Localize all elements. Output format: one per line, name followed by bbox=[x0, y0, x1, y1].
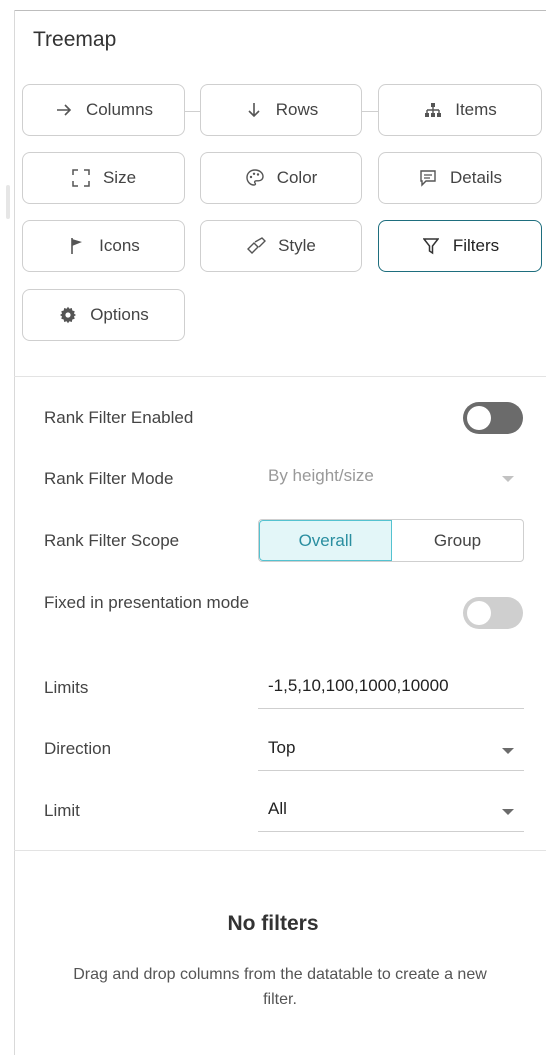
chevron-down-icon bbox=[502, 476, 514, 482]
rank-filter-mode-select[interactable]: By height/size bbox=[258, 459, 524, 499]
panel-title: Treemap bbox=[33, 28, 117, 51]
gear-icon bbox=[58, 305, 78, 325]
options-button-label: Options bbox=[90, 305, 149, 324]
filters-button[interactable]: Filters bbox=[378, 220, 542, 272]
panel-left-border bbox=[14, 10, 15, 1055]
color-button-label: Color bbox=[276, 168, 318, 187]
filter-icon bbox=[421, 236, 441, 256]
limit-select[interactable]: All bbox=[258, 792, 524, 832]
options-button[interactable]: Options bbox=[22, 289, 185, 341]
flag-icon bbox=[67, 236, 87, 256]
columns-button[interactable]: Columns bbox=[22, 84, 185, 136]
connector-line bbox=[185, 111, 200, 112]
chevron-down-icon bbox=[502, 748, 514, 754]
direction-select[interactable]: Top bbox=[258, 731, 524, 771]
limits-value: -1,5,10,100,1000,10000 bbox=[268, 676, 449, 695]
color-button[interactable]: Color bbox=[200, 152, 362, 204]
scope-option-group[interactable]: Group bbox=[392, 520, 523, 561]
palette-icon bbox=[245, 168, 265, 188]
section-divider bbox=[14, 376, 546, 377]
direction-value: Top bbox=[268, 738, 296, 757]
rank-filter-scope-segmented: Overall Group bbox=[258, 519, 524, 562]
details-button[interactable]: Details bbox=[378, 152, 542, 204]
limit-value: All bbox=[268, 799, 287, 818]
brush-icon bbox=[246, 236, 267, 256]
style-button[interactable]: Style bbox=[200, 220, 362, 272]
icons-button-label: Icons bbox=[99, 236, 140, 255]
rank-filter-mode-value: By height/size bbox=[268, 466, 374, 485]
chevron-down-icon bbox=[502, 809, 514, 815]
size-button[interactable]: Size bbox=[22, 152, 185, 204]
rank-filter-enabled-toggle[interactable] bbox=[463, 402, 523, 434]
rank-filter-enabled-label: Rank Filter Enabled bbox=[44, 408, 194, 427]
empty-state-description: Drag and drop columns from the datatable… bbox=[73, 966, 487, 1008]
empty-state-title: No filters bbox=[227, 912, 319, 935]
connector-line bbox=[362, 111, 378, 112]
style-button-label: Style bbox=[278, 236, 316, 255]
rows-button[interactable]: Rows bbox=[200, 84, 362, 136]
fixed-presentation-toggle[interactable] bbox=[463, 597, 523, 629]
toggle-knob bbox=[467, 601, 491, 625]
size-button-label: Size bbox=[102, 168, 137, 187]
toggle-knob bbox=[467, 406, 491, 430]
resize-handle[interactable] bbox=[6, 185, 10, 219]
hierarchy-icon bbox=[423, 100, 443, 120]
scope-option-overall[interactable]: Overall bbox=[259, 520, 392, 561]
direction-label: Direction bbox=[44, 739, 112, 758]
resize-corners-icon bbox=[71, 168, 91, 188]
limit-label: Limit bbox=[44, 801, 80, 820]
details-button-label: Details bbox=[450, 168, 502, 187]
limits-input[interactable]: -1,5,10,100,1000,10000 bbox=[258, 669, 524, 709]
icons-button[interactable]: Icons bbox=[22, 220, 185, 272]
rows-button-label: Rows bbox=[275, 100, 319, 119]
rank-filter-scope-label: Rank Filter Scope bbox=[44, 531, 180, 550]
columns-button-label: Columns bbox=[85, 100, 154, 119]
filters-button-label: Filters bbox=[452, 236, 500, 255]
fixed-presentation-label: Fixed in presentation mode bbox=[44, 593, 250, 612]
items-button[interactable]: Items bbox=[378, 84, 542, 136]
rank-filter-mode-label: Rank Filter Mode bbox=[44, 469, 174, 488]
arrow-down-icon bbox=[244, 100, 264, 120]
comment-icon bbox=[418, 168, 438, 188]
limits-label: Limits bbox=[44, 678, 89, 697]
items-button-label: Items bbox=[455, 100, 497, 119]
arrow-right-icon bbox=[54, 100, 74, 120]
panel-top-border bbox=[14, 10, 546, 11]
section-divider bbox=[14, 850, 546, 851]
